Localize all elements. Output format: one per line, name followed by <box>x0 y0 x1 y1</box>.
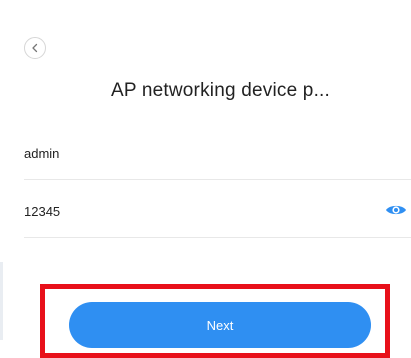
password-value: 12345 <box>24 203 61 219</box>
username-field[interactable]: admin <box>24 127 411 180</box>
next-button[interactable]: Next <box>69 302 371 348</box>
chevron-left-icon <box>32 43 38 53</box>
username-value: admin <box>24 145 60 161</box>
password-field[interactable]: 12345 <box>24 185 411 238</box>
left-edge-divider <box>0 262 3 340</box>
eye-icon[interactable] <box>385 202 407 218</box>
back-button[interactable] <box>24 37 46 59</box>
device-password-screen: AP networking device p... admin 12345 Ne… <box>0 0 411 358</box>
page-title: AP networking device p... <box>110 80 331 101</box>
